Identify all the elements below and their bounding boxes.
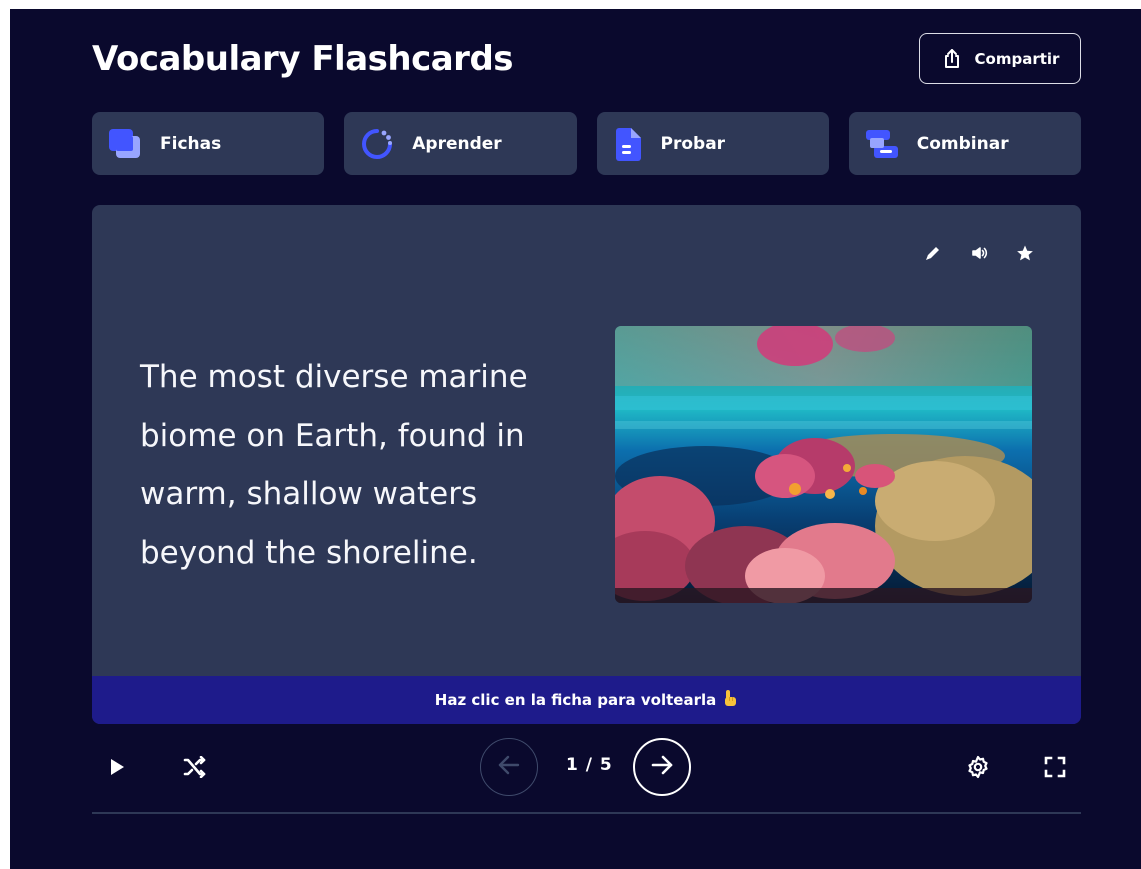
learn-icon <box>360 127 394 161</box>
previous-card-button[interactable] <box>480 738 538 796</box>
edit-icon[interactable] <box>923 243 943 263</box>
card-tools <box>923 243 1035 263</box>
coral-reef-image <box>615 326 1032 603</box>
gear-icon <box>966 755 990 783</box>
mode-label: Combinar <box>916 133 1009 154</box>
mode-label: Fichas <box>160 133 222 154</box>
fullscreen-icon <box>1044 756 1066 782</box>
mode-probar[interactable]: Probar <box>596 112 829 175</box>
test-icon <box>613 126 643 162</box>
flashcard[interactable]: The most diverse marine biome on Earth, … <box>92 205 1081 724</box>
shuffle-icon <box>183 755 207 782</box>
shuffle-button[interactable] <box>182 755 208 782</box>
study-modes: Fichas Aprender Probar Combinar <box>92 112 1081 175</box>
share-label: Compartir <box>974 49 1060 68</box>
arrow-left-icon <box>496 752 522 782</box>
mode-combinar[interactable]: Combinar <box>848 112 1081 175</box>
fullscreen-button[interactable] <box>1042 756 1068 782</box>
flashcards-icon <box>108 128 142 160</box>
mode-label: Aprender <box>412 133 502 154</box>
next-card-button[interactable] <box>633 738 691 796</box>
flip-hint: Haz clic en la ficha para voltearla <box>92 676 1081 724</box>
mode-label: Probar <box>660 133 726 154</box>
card-controls: 1 / 5 <box>92 738 1081 800</box>
share-icon <box>941 48 963 70</box>
play-button[interactable] <box>106 758 128 780</box>
mode-aprender[interactable]: Aprender <box>344 112 577 175</box>
card-definition: The most diverse marine biome on Earth, … <box>140 359 528 571</box>
flashcards-app: Vocabulary Flashcards Compartir Fichas A… <box>10 9 1141 869</box>
share-button[interactable]: Compartir <box>919 33 1081 84</box>
settings-button[interactable] <box>965 755 991 783</box>
flip-hint-text: Haz clic en la ficha para voltearla <box>434 691 717 709</box>
play-icon <box>109 758 125 780</box>
pointing-hand-icon <box>722 689 738 711</box>
audio-icon[interactable] <box>969 243 989 263</box>
card-counter: 1 / 5 <box>566 755 613 775</box>
arrow-right-icon <box>649 752 675 782</box>
divider <box>92 812 1081 814</box>
star-icon[interactable] <box>1015 243 1035 263</box>
match-icon <box>865 128 899 160</box>
mode-fichas[interactable]: Fichas <box>92 112 325 175</box>
page-title: Vocabulary Flashcards <box>92 39 514 79</box>
